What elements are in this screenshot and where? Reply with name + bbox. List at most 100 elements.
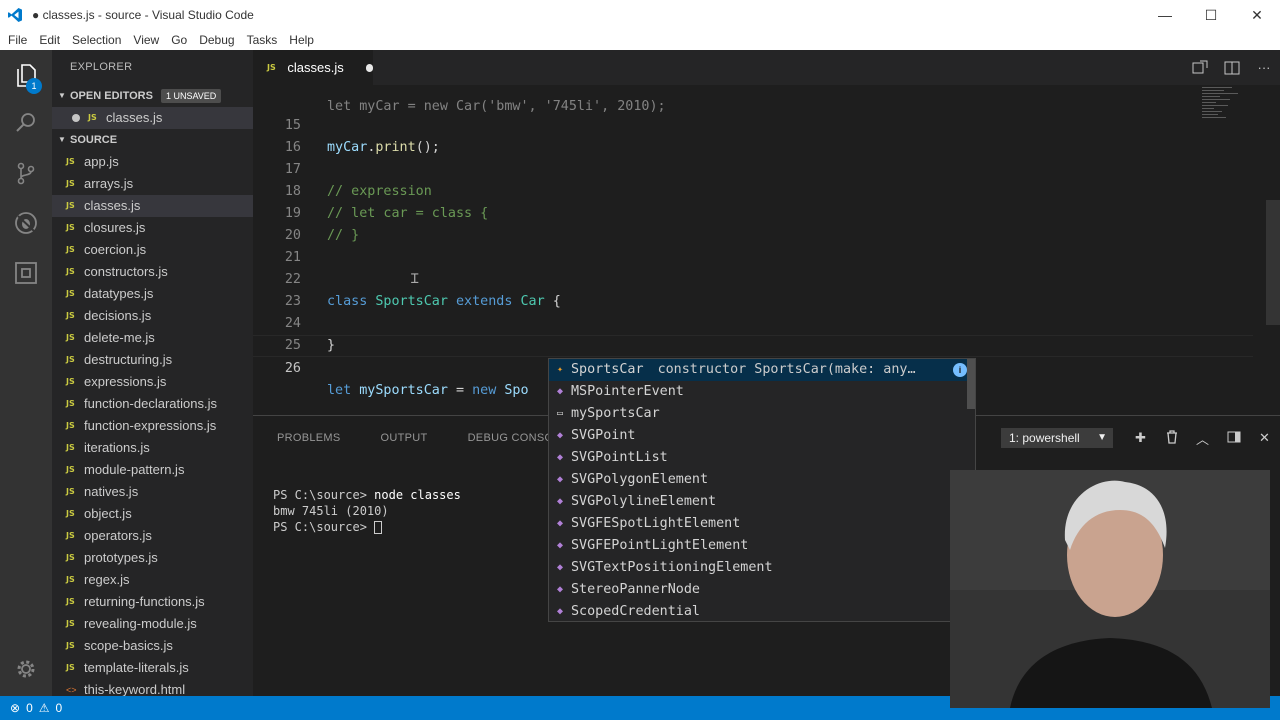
new-terminal-button[interactable]: ✚ bbox=[1125, 430, 1156, 446]
suggestion-item[interactable]: ◆ MSPointerEvent bbox=[549, 381, 975, 403]
extensions-activity[interactable] bbox=[0, 250, 52, 298]
close-panel-button[interactable]: ✕ bbox=[1249, 430, 1280, 446]
file-item[interactable]: JS regex.js bbox=[52, 569, 253, 591]
suggestion-item[interactable]: ◆ SVGTextPositioningElement bbox=[549, 557, 975, 579]
terminal-output[interactable]: PS C:\source> node classes bmw 745li (201… bbox=[273, 471, 461, 567]
extensions-icon bbox=[14, 261, 38, 288]
open-editor-item[interactable]: JS classes.js bbox=[52, 107, 253, 129]
suggestion-label: ScopedCredential bbox=[571, 604, 700, 619]
menu-help[interactable]: Help bbox=[283, 30, 320, 50]
file-item[interactable]: JS iterations.js bbox=[52, 437, 253, 459]
menu-file[interactable]: File bbox=[2, 30, 33, 50]
maximize-panel-button[interactable]: ︿ bbox=[1187, 429, 1218, 448]
file-item[interactable]: JS scope-basics.js bbox=[52, 635, 253, 657]
suggestion-item[interactable]: ◆ SVGPolygonElement bbox=[549, 469, 975, 491]
file-item[interactable]: JS expressions.js bbox=[52, 371, 253, 393]
info-icon[interactable]: i bbox=[953, 363, 967, 377]
file-label: template-literals.js bbox=[84, 660, 189, 675]
suggest-widget: ✦ SportsCar constructor SportsCar(make: an… bbox=[548, 358, 976, 622]
open-editors-header[interactable]: ▼ OPEN EDITORS 1 UNSAVED bbox=[52, 85, 253, 107]
open-changes-icon bbox=[1192, 60, 1208, 73]
file-item[interactable]: JS delete-me.js bbox=[52, 327, 253, 349]
menu-go[interactable]: Go bbox=[165, 30, 193, 50]
file-item[interactable]: JS app.js bbox=[52, 151, 253, 173]
file-item[interactable]: JS returning-functions.js bbox=[52, 591, 253, 613]
trash-icon bbox=[1166, 429, 1177, 444]
search-activity[interactable] bbox=[0, 100, 52, 148]
more-actions-button[interactable]: ··· bbox=[1248, 60, 1280, 75]
source-folder-header[interactable]: ▼ SOURCE bbox=[52, 129, 253, 151]
warning-count[interactable]: 0 bbox=[56, 701, 63, 715]
suggestion-item[interactable]: ✦ SportsCar constructor SportsCar(make: an… bbox=[549, 359, 975, 381]
open-changes-button[interactable] bbox=[1184, 60, 1216, 76]
file-item[interactable]: <> this-keyword.html bbox=[52, 679, 253, 696]
file-item[interactable]: JS classes.js bbox=[52, 195, 253, 217]
kill-terminal-button[interactable] bbox=[1156, 429, 1187, 447]
minimize-button[interactable]: — bbox=[1142, 0, 1188, 30]
menu-tasks[interactable]: Tasks bbox=[241, 30, 284, 50]
menu-debug[interactable]: Debug bbox=[193, 30, 240, 50]
file-item[interactable]: JS prototypes.js bbox=[52, 547, 253, 569]
suggestion-item[interactable]: ◆ SVGPoint bbox=[549, 425, 975, 447]
suggestion-item[interactable]: ◆ SVGFESpotLightElement bbox=[549, 513, 975, 535]
code-line-21: 21 Ɪ bbox=[253, 225, 1253, 287]
terminal-prompt: PS C:\source> bbox=[273, 520, 375, 534]
file-item[interactable]: JS template-literals.js bbox=[52, 657, 253, 679]
file-item[interactable]: JS decisions.js bbox=[52, 305, 253, 327]
menu-edit[interactable]: Edit bbox=[33, 30, 66, 50]
suggestion-item[interactable]: ◆ SVGPointList bbox=[549, 447, 975, 469]
text-icon: ▭ bbox=[556, 408, 564, 419]
file-item[interactable]: JS constructors.js bbox=[52, 261, 253, 283]
debug-activity[interactable] bbox=[0, 200, 52, 248]
source-control-activity[interactable] bbox=[0, 150, 52, 198]
editor-scrollbar[interactable] bbox=[1266, 200, 1280, 325]
file-item[interactable]: JS function-declarations.js bbox=[52, 393, 253, 415]
suggest-scrollbar[interactable] bbox=[967, 359, 975, 409]
suggestion-label: SVGTextPositioningElement bbox=[571, 560, 773, 575]
file-item[interactable]: JS arrays.js bbox=[52, 173, 253, 195]
error-icon[interactable]: ⊗ bbox=[10, 701, 20, 715]
js-file-icon: JS bbox=[66, 267, 75, 276]
file-item[interactable]: JS revealing-module.js bbox=[52, 613, 253, 635]
file-item[interactable]: JS operators.js bbox=[52, 525, 253, 547]
explorer-activity[interactable]: 1 bbox=[0, 52, 52, 100]
settings-activity[interactable] bbox=[0, 646, 52, 694]
unsaved-dot-icon[interactable] bbox=[365, 63, 373, 72]
suggestion-item[interactable]: ◆ SVGPolylineElement bbox=[549, 491, 975, 513]
file-item[interactable]: JS destructuring.js bbox=[52, 349, 253, 371]
js-file-icon: JS bbox=[66, 355, 75, 364]
tab-classes-js[interactable]: JS classes.js bbox=[253, 50, 373, 85]
suggestion-item[interactable]: ◆ StereoPannerNode bbox=[549, 579, 975, 601]
code-line-25: 25 bbox=[253, 313, 1253, 353]
suggestion-item[interactable]: ◆ SVGFEPointLightElement bbox=[549, 535, 975, 557]
file-item[interactable]: JS module-pattern.js bbox=[52, 459, 253, 481]
split-editor-button[interactable] bbox=[1216, 60, 1248, 76]
maximize-button[interactable]: ☐ bbox=[1188, 0, 1234, 30]
toggle-panel-button[interactable] bbox=[1218, 431, 1249, 446]
menu-view[interactable]: View bbox=[127, 30, 165, 50]
file-label: datatypes.js bbox=[84, 286, 154, 301]
minimap[interactable] bbox=[1200, 85, 1250, 125]
file-item[interactable]: JS natives.js bbox=[52, 481, 253, 503]
split-editor-icon bbox=[1224, 61, 1240, 74]
plus-icon: ✚ bbox=[1135, 430, 1146, 445]
menu-selection[interactable]: Selection bbox=[66, 30, 127, 50]
suggestion-item[interactable]: ▭ mySportsCar bbox=[549, 403, 975, 425]
search-icon bbox=[14, 111, 38, 138]
js-file-icon: JS bbox=[66, 663, 75, 672]
file-item[interactable]: JS object.js bbox=[52, 503, 253, 525]
js-file-icon: JS bbox=[267, 63, 276, 72]
file-item[interactable]: JS datatypes.js bbox=[52, 283, 253, 305]
tab-output[interactable]: OUTPUT bbox=[381, 432, 428, 444]
tab-problems[interactable]: PROBLEMS bbox=[277, 432, 341, 444]
file-item[interactable]: JS function-expressions.js bbox=[52, 415, 253, 437]
file-item[interactable]: JS coercion.js bbox=[52, 239, 253, 261]
suggestion-label: SVGPolygonElement bbox=[571, 472, 709, 487]
terminal-select[interactable]: 1: powershell ▼ bbox=[1001, 428, 1113, 448]
tab-label: classes.js bbox=[287, 60, 344, 75]
suggestion-item[interactable]: ◆ ScopedCredential bbox=[549, 601, 975, 623]
file-item[interactable]: JS closures.js bbox=[52, 217, 253, 239]
error-count[interactable]: 0 bbox=[26, 701, 33, 715]
warning-icon[interactable]: ⚠ bbox=[39, 701, 50, 715]
close-button[interactable]: ✕ bbox=[1234, 0, 1280, 30]
